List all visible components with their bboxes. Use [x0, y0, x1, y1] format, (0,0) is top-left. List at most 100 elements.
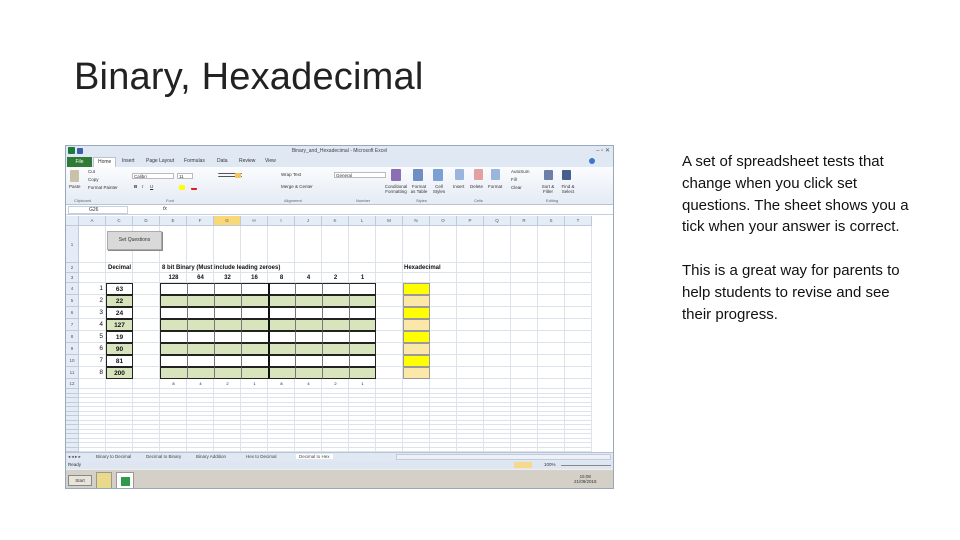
- cell-styles-icon[interactable]: [433, 169, 443, 181]
- sheet-tab[interactable]: Hex to Decimal: [246, 454, 277, 459]
- cell[interactable]: [511, 367, 538, 379]
- window-controls[interactable]: – ▫ ✕: [596, 147, 610, 154]
- cell[interactable]: [538, 263, 565, 273]
- binary-input-cell[interactable]: [322, 331, 349, 343]
- column-header-d[interactable]: D: [133, 216, 160, 226]
- binary-input-cell[interactable]: [160, 283, 187, 295]
- binary-input-cell[interactable]: [241, 283, 268, 295]
- binary-input-cell[interactable]: [241, 343, 268, 355]
- cut-button[interactable]: Cut: [88, 169, 95, 174]
- binary-input-cell[interactable]: [295, 283, 322, 295]
- row-header-5[interactable]: 5: [66, 295, 79, 307]
- hex-input-cell[interactable]: [403, 343, 430, 355]
- binary-input-cell[interactable]: [349, 319, 376, 331]
- column-header-p[interactable]: P: [457, 216, 484, 226]
- binary-input-cell[interactable]: [295, 355, 322, 367]
- cell[interactable]: [241, 226, 268, 263]
- binary-input-cell[interactable]: [214, 319, 241, 331]
- column-header-f[interactable]: F: [187, 216, 214, 226]
- format-table-icon[interactable]: [413, 169, 423, 181]
- binary-input-cell[interactable]: [349, 283, 376, 295]
- formula-input[interactable]: [170, 206, 610, 214]
- row-header-10[interactable]: 10: [66, 355, 79, 367]
- binary-input-cell[interactable]: [187, 343, 214, 355]
- cell[interactable]: [457, 273, 484, 283]
- font-size-select[interactable]: 11: [177, 173, 193, 179]
- cell[interactable]: [403, 379, 430, 389]
- cell[interactable]: [484, 263, 511, 273]
- cell[interactable]: [484, 379, 511, 389]
- cell[interactable]: [538, 343, 565, 355]
- explorer-taskbar-icon[interactable]: [96, 472, 112, 488]
- cell[interactable]: [376, 283, 403, 295]
- cell[interactable]: [538, 355, 565, 367]
- row-header-6[interactable]: 6: [66, 307, 79, 319]
- cell[interactable]: [133, 273, 160, 283]
- binary-input-cell[interactable]: [322, 355, 349, 367]
- insert-cells-icon[interactable]: [455, 169, 464, 180]
- binary-input-cell[interactable]: [241, 331, 268, 343]
- cell[interactable]: [349, 226, 376, 263]
- cell[interactable]: [565, 226, 592, 263]
- cell[interactable]: [106, 379, 133, 389]
- cell[interactable]: [511, 331, 538, 343]
- column-header-r[interactable]: R: [511, 216, 538, 226]
- cell[interactable]: [376, 379, 403, 389]
- sort-filter-button[interactable]: Sort & Filter: [538, 184, 558, 194]
- cell[interactable]: [133, 331, 160, 343]
- cell[interactable]: [511, 355, 538, 367]
- cell[interactable]: [511, 295, 538, 307]
- binary-input-cell[interactable]: [160, 355, 187, 367]
- cell[interactable]: [484, 319, 511, 331]
- column-header-i[interactable]: I: [268, 216, 295, 226]
- column-header-t[interactable]: T: [565, 216, 592, 226]
- sheet-tab[interactable]: Decimal to Hex: [296, 454, 333, 459]
- cell[interactable]: [484, 283, 511, 295]
- column-header-c[interactable]: C: [106, 216, 133, 226]
- cell[interactable]: [376, 263, 403, 273]
- binary-input-cell[interactable]: [349, 295, 376, 307]
- find-select-button[interactable]: Find & Select: [558, 184, 578, 194]
- number-format-select[interactable]: General: [334, 172, 386, 178]
- binary-input-cell[interactable]: [187, 367, 214, 379]
- binary-input-cell[interactable]: [322, 319, 349, 331]
- cell[interactable]: [457, 283, 484, 295]
- cell[interactable]: [565, 307, 592, 319]
- cell[interactable]: [430, 307, 457, 319]
- sort-filter-icon[interactable]: [544, 170, 553, 180]
- cell[interactable]: [133, 379, 160, 389]
- cell[interactable]: [538, 379, 565, 389]
- binary-input-cell[interactable]: [214, 355, 241, 367]
- clear-button[interactable]: Clear: [511, 185, 522, 190]
- paste-button[interactable]: Paste: [69, 184, 81, 189]
- zoom-level[interactable]: 100%: [544, 462, 556, 467]
- binary-input-cell[interactable]: [187, 355, 214, 367]
- name-box[interactable]: G26: [68, 206, 128, 214]
- column-header-j[interactable]: J: [295, 216, 322, 226]
- row-header-3[interactable]: 3: [66, 273, 79, 283]
- row-header-11[interactable]: 11: [66, 367, 79, 379]
- cell[interactable]: [376, 343, 403, 355]
- cell[interactable]: [565, 295, 592, 307]
- binary-input-cell[interactable]: [241, 367, 268, 379]
- binary-input-cell[interactable]: [268, 367, 295, 379]
- binary-input-cell[interactable]: [160, 367, 187, 379]
- tab-home[interactable]: Home: [93, 157, 117, 167]
- font-name-select[interactable]: Calibri: [132, 173, 174, 179]
- cell[interactable]: [322, 226, 349, 263]
- column-header-a[interactable]: A: [79, 216, 106, 226]
- hex-input-cell[interactable]: [403, 331, 430, 343]
- format-as-table-button[interactable]: Format as Table: [409, 184, 429, 194]
- cell[interactable]: [430, 343, 457, 355]
- row-header-4[interactable]: 4: [66, 283, 79, 295]
- binary-input-cell[interactable]: [241, 319, 268, 331]
- binary-input-cell[interactable]: [295, 331, 322, 343]
- binary-input-cell[interactable]: [241, 295, 268, 307]
- cell[interactable]: [565, 367, 592, 379]
- binary-input-cell[interactable]: [187, 319, 214, 331]
- cell[interactable]: [457, 331, 484, 343]
- fx-icon[interactable]: fx: [163, 206, 167, 212]
- cell[interactable]: [403, 226, 430, 263]
- cell[interactable]: [484, 343, 511, 355]
- cell[interactable]: [565, 343, 592, 355]
